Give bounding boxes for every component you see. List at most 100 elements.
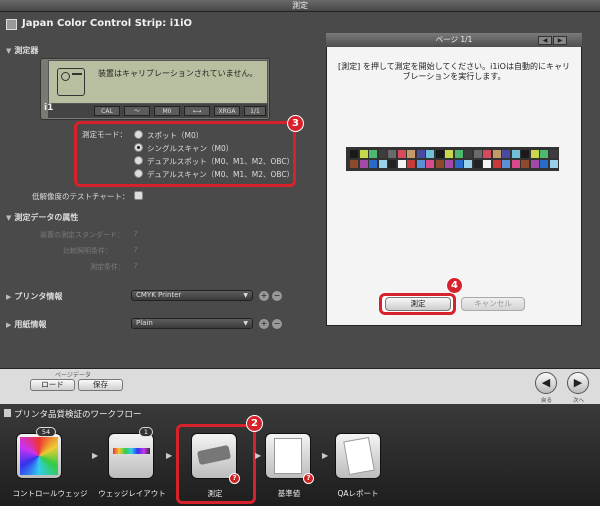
attr-condition-label: 測定条件：	[90, 263, 125, 271]
callout-badge-2: 2	[246, 415, 263, 432]
color-patch	[502, 150, 510, 158]
next-page-button[interactable]: ▶	[553, 36, 567, 45]
color-patch	[521, 160, 529, 168]
color-patch	[540, 160, 548, 168]
control-wedge-label: コントロールウェッジ	[12, 489, 88, 498]
page-key: 1/1	[244, 106, 266, 116]
document-icon	[274, 438, 302, 474]
color-patch	[483, 150, 491, 158]
workflow-step-control-wedge[interactable]	[16, 433, 62, 479]
reference-help-icon: ?	[303, 473, 314, 484]
color-patch	[407, 160, 415, 168]
workflow-step-wedge-layout[interactable]	[108, 433, 154, 479]
color-patch	[426, 160, 434, 168]
color-patch	[435, 160, 444, 168]
step-arrow-icon: ▶	[166, 451, 173, 460]
color-patch	[454, 150, 463, 158]
color-patch	[369, 160, 377, 168]
color-patch	[445, 160, 453, 168]
low-res-chart-label: 低解像度のテストチャート：	[32, 192, 130, 201]
prev-page-button[interactable]: ◀	[538, 36, 552, 45]
add-paper-button[interactable]: +	[259, 319, 269, 329]
remove-printer-button[interactable]: −	[272, 291, 282, 301]
callout-badge-4: 4	[446, 277, 463, 294]
m0-key: M0	[154, 106, 180, 116]
workflow-step-reference[interactable]	[265, 433, 311, 479]
next-button[interactable]: ▶	[567, 372, 589, 394]
report-icon	[343, 437, 375, 475]
color-patch	[407, 150, 415, 158]
strip-icon	[113, 448, 150, 454]
arrow-right-icon: ▶	[573, 376, 583, 389]
color-patch	[502, 160, 510, 168]
attr-illuminant-label: 比較照明条件：	[63, 247, 112, 255]
callout-box-3	[74, 121, 296, 187]
device-section-header[interactable]: ▼ 測定器	[6, 45, 38, 56]
paper-select[interactable]: Plain ▼	[131, 318, 253, 329]
wedge-layout-label: ウェッジレイアウト	[98, 489, 166, 498]
color-patch	[521, 150, 529, 158]
color-patch	[464, 150, 472, 158]
back-button[interactable]: ◀	[535, 372, 557, 394]
color-patch	[416, 150, 425, 158]
control-wedge-count: 54	[36, 427, 56, 437]
color-patch	[483, 160, 491, 168]
lcd-message: 装置はキャリブレーションされていません。	[98, 69, 258, 78]
color-patch	[454, 160, 463, 168]
color-patch	[435, 150, 444, 158]
lcd-key-bar: CAL 〜 M0 ⟷ XRGA 1/1	[48, 104, 268, 118]
load-button[interactable]: ロード	[30, 379, 75, 391]
i1-logo: i1	[44, 103, 54, 113]
wedge-layout-count: 1	[139, 427, 153, 437]
attributes-section-header[interactable]: ▼ 測定データの属性	[6, 212, 78, 223]
color-patch	[426, 150, 434, 158]
chevron-down-icon: ▼	[243, 292, 248, 299]
color-patch	[549, 150, 558, 158]
color-patch	[511, 150, 520, 158]
add-printer-button[interactable]: +	[259, 291, 269, 301]
printer-section-header[interactable]: ▶ プリンタ情報	[6, 291, 62, 302]
color-patch	[445, 150, 453, 158]
color-patch	[359, 160, 368, 168]
color-patch	[492, 150, 501, 158]
cancel-button[interactable]: キャンセル	[461, 297, 525, 311]
wave-key: 〜	[124, 106, 150, 116]
color-patch	[359, 150, 368, 158]
color-patch	[473, 150, 482, 158]
color-patch	[473, 160, 482, 168]
color-patch	[397, 160, 406, 168]
color-patch	[369, 150, 377, 158]
color-patch	[530, 150, 539, 158]
collapse-triangle-icon: ▼	[6, 214, 12, 222]
color-patch	[416, 160, 425, 168]
device-illustration-icon	[57, 68, 85, 96]
color-patch	[378, 150, 387, 158]
color-patch	[388, 160, 396, 168]
callout-box-2	[176, 424, 256, 504]
step-arrow-icon: ▶	[255, 451, 262, 460]
instruction-text: [測定] を押して測定を開始してください。i1iOは自動的にキャリブレーションを…	[338, 62, 570, 81]
attr-standard-value: ?	[134, 230, 138, 238]
cal-key: CAL	[94, 106, 120, 116]
remove-paper-button[interactable]: −	[272, 319, 282, 329]
color-patch	[464, 160, 472, 168]
save-button[interactable]: 保存	[78, 379, 123, 391]
device-lcd	[48, 60, 268, 104]
attr-standard-label: 装置の測定スタンダード：	[40, 231, 124, 239]
expand-triangle-icon: ▶	[6, 321, 12, 329]
workflow-title: プリンタ品質検証のワークフロー	[14, 410, 142, 420]
qa-report-label: QAレポート	[337, 489, 379, 498]
paper-section-header[interactable]: ▶ 用紙情報	[6, 319, 46, 330]
xrga-key: XRGA	[214, 106, 240, 116]
attr-illuminant-value: ?	[134, 246, 138, 254]
workflow-step-qa-report[interactable]	[335, 433, 381, 479]
low-res-chart-checkbox[interactable]	[134, 191, 143, 200]
printer-select[interactable]: CMYK Printer ▼	[131, 290, 253, 301]
window-title: 測定	[0, 0, 600, 12]
app-title: Japan Color Control Strip: i1iO	[22, 18, 193, 29]
collapse-triangle-icon: ▼	[6, 47, 12, 55]
callout-badge-3: 3	[287, 115, 304, 132]
color-patch	[350, 150, 358, 158]
measure-button[interactable]: 測定	[385, 297, 451, 311]
arrow-left-icon: ◀	[541, 376, 551, 389]
